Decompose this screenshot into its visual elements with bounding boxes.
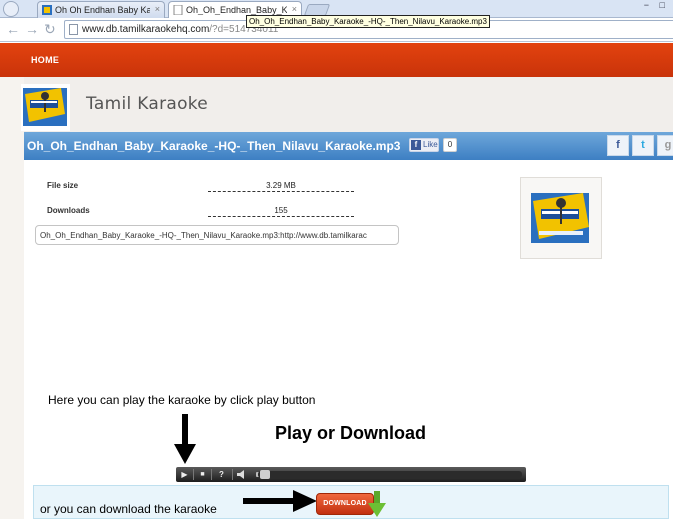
window-controls[interactable]: − □ — [644, 0, 669, 10]
cover-art-image — [531, 193, 589, 243]
file-title: Oh_Oh_Endhan_Baby_Karaoke_-HQ-_Then_Nila… — [27, 139, 401, 153]
tab-tooltip: Oh_Oh_Endhan_Baby_Karaoke_-HQ-_Then_Nila… — [246, 15, 490, 28]
tab-title: Oh_Oh_Endhan_Baby_Karaoke — [186, 5, 287, 15]
forward-arrow-icon[interactable]: → — [25, 21, 39, 37]
downloads-value: 155 — [274, 206, 288, 215]
download-arrow-icon — [368, 491, 386, 517]
browser-tab-1[interactable]: Oh Oh Endhan Baby Karaoke × — [37, 1, 165, 18]
page-left-margin — [0, 77, 24, 519]
progress-track[interactable] — [258, 471, 522, 478]
download-button[interactable]: DOWNLOAD — [316, 493, 374, 515]
twitter-share-icon[interactable]: t — [632, 135, 654, 156]
site-nav-bar: HOME — [0, 43, 673, 77]
nav-home-link[interactable]: HOME — [31, 55, 59, 65]
file-size-value-row: 3.29 MB — [208, 181, 354, 192]
play-hint-text: Here you can play the karaoke by click p… — [48, 393, 316, 407]
browser-menu-icon[interactable] — [3, 1, 19, 17]
back-arrow-icon[interactable]: ← — [6, 21, 20, 37]
facebook-f-icon: f — [411, 140, 421, 150]
download-hint-text: or you can download the karaoke — [40, 502, 217, 516]
page-favicon-icon — [173, 5, 183, 15]
cover-art-frame — [520, 177, 602, 259]
play-icon[interactable]: ▶ — [179, 469, 190, 480]
arrow-right-icon — [243, 490, 317, 512]
help-icon[interactable]: ? — [216, 469, 227, 480]
downloads-label: Downloads — [47, 206, 90, 215]
file-size-label: File size — [47, 181, 79, 190]
player-separator — [232, 469, 233, 480]
file-link-field[interactable]: Oh_Oh_Endhan_Baby_Karaoke_-HQ-_Then_Nila… — [35, 225, 399, 245]
like-label: Like — [423, 140, 438, 149]
play-or-download-heading: Play or Download — [275, 423, 427, 443]
site-logo[interactable] — [21, 84, 70, 131]
like-count: 0 — [443, 138, 457, 152]
progress-handle[interactable] — [260, 470, 270, 479]
file-size-value: 3.29 MB — [266, 181, 296, 190]
close-tab-icon[interactable]: × — [292, 4, 297, 14]
google-plus-share-icon[interactable]: g — [657, 135, 673, 156]
stop-icon[interactable]: ■ — [197, 469, 208, 480]
facebook-like-button[interactable]: f Like — [409, 138, 439, 152]
volume-icon[interactable] — [237, 470, 249, 479]
file-title-bar: Oh_Oh_Endhan_Baby_Karaoke_-HQ-_Then_Nila… — [24, 132, 673, 160]
tab-title: Oh Oh Endhan Baby Karaoke — [55, 5, 150, 15]
reload-icon[interactable]: ↻ — [44, 21, 56, 37]
player-separator — [211, 469, 212, 480]
player-separator — [193, 469, 194, 480]
address-host: www.db.tamilkaraokehq.com — [82, 24, 210, 35]
audio-player: ▶ ■ ? — [176, 467, 526, 482]
close-tab-icon[interactable]: × — [155, 4, 160, 14]
arrow-down-icon — [174, 414, 196, 464]
page-icon — [69, 24, 78, 35]
site-title: Tamil Karaoke — [86, 94, 209, 114]
downloads-value-row: 155 — [208, 206, 354, 217]
facebook-share-icon[interactable]: f — [607, 135, 629, 156]
karaoke-favicon-icon — [42, 5, 52, 15]
